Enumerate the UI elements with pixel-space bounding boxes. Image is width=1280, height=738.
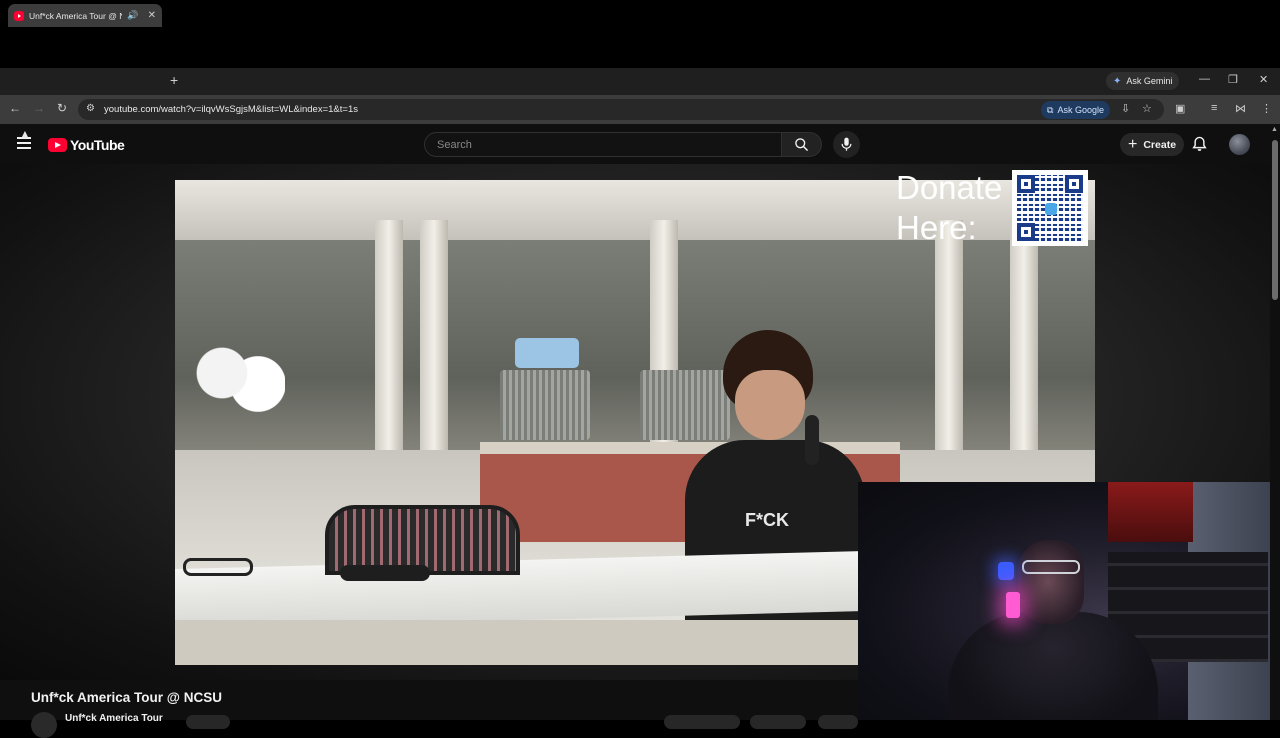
bookmark-star-icon[interactable]: ☆ — [1142, 102, 1152, 115]
url-text[interactable]: youtube.com/watch?v=ilqvWsSgjsM&list=WL&… — [104, 104, 358, 115]
qr-finder — [1017, 223, 1035, 241]
youtube-wordmark: YouTube — [70, 137, 125, 153]
speaker-icon[interactable]: 🔊 — [127, 10, 138, 21]
ask-google-label: Ask Google — [1057, 105, 1104, 115]
media-control-icon[interactable]: ≡ — [1211, 102, 1217, 114]
bell-icon — [1192, 136, 1207, 151]
share-button[interactable] — [750, 715, 806, 729]
search-box[interactable] — [424, 132, 782, 157]
search-input[interactable] — [437, 138, 781, 151]
search-icon — [795, 138, 808, 151]
restore-button[interactable]: ❐ — [1228, 73, 1238, 86]
browser-menu-icon[interactable]: ⋮ — [1261, 102, 1272, 115]
streamer-body — [948, 612, 1158, 720]
ask-gemini-label: Ask Gemini — [1126, 76, 1173, 86]
youtube-favicon-icon — [14, 10, 24, 21]
create-label: Create — [1143, 138, 1177, 151]
donate-line-2: Here: — [896, 209, 977, 246]
qr-finder — [1017, 175, 1035, 193]
webcam-overlay — [858, 482, 1270, 720]
background-students — [195, 340, 285, 450]
channel-avatar[interactable] — [31, 712, 57, 738]
side-panel-icon[interactable]: ▣ — [1175, 102, 1185, 115]
notifications-button[interactable] — [1192, 136, 1207, 157]
youtube-play-icon — [48, 138, 67, 152]
reload-button[interactable]: ↻ — [57, 101, 67, 115]
window-close-button[interactable]: ✕ — [1259, 73, 1268, 86]
pillar — [420, 220, 448, 480]
google-lens-icon: ⧉ — [1047, 104, 1054, 115]
ask-google-button[interactable]: ⧉ Ask Google — [1041, 101, 1110, 119]
pillar — [1010, 220, 1038, 480]
account-avatar[interactable] — [1229, 134, 1250, 155]
blue-light — [998, 562, 1014, 580]
voice-search-button[interactable] — [833, 131, 860, 158]
browser-tab[interactable]: Unf*ck America Tour @ NC 🔊 ✕ — [8, 4, 162, 27]
face — [735, 370, 805, 440]
like-dislike-button[interactable] — [664, 715, 740, 729]
table-microphone — [340, 565, 430, 581]
qr-center-logo-icon — [1045, 203, 1057, 215]
mic-icon — [841, 137, 852, 151]
tab-close-icon[interactable]: ✕ — [148, 10, 156, 21]
new-tab-button[interactable]: + — [170, 72, 178, 88]
search-button[interactable] — [781, 132, 822, 157]
scroll-up-arrow-icon[interactable]: ▲ — [1271, 126, 1278, 133]
qr-pattern — [1017, 175, 1083, 241]
plus-icon: + — [1128, 135, 1138, 153]
scrollbar-thumb[interactable] — [1272, 140, 1278, 300]
streamer-head — [1018, 540, 1084, 624]
minimize-button[interactable]: — — [1199, 73, 1210, 85]
donate-overlay-text: Donate Here: — [896, 168, 1002, 248]
tab-title: Unf*ck America Tour @ NC — [29, 10, 123, 21]
donation-qr-code[interactable] — [1012, 170, 1088, 246]
gemini-sparkle-icon: ✦ — [1113, 75, 1122, 87]
back-button[interactable]: ← — [9, 101, 21, 115]
pillar — [650, 220, 678, 480]
sunglasses — [183, 558, 253, 576]
streamer-glasses — [1022, 560, 1080, 574]
browser-tab-strip — [0, 68, 1280, 95]
save-button[interactable] — [818, 715, 858, 729]
pink-light — [1006, 592, 1020, 618]
forward-button[interactable]: → — [33, 101, 45, 115]
handheld-microphone — [805, 415, 819, 465]
trash-bin — [500, 370, 590, 440]
site-settings-icon[interactable]: ⚙ — [86, 103, 95, 114]
cooler — [515, 338, 579, 368]
video-title: Unf*ck America Tour @ NCSU — [31, 690, 222, 705]
red-curtain — [1108, 482, 1193, 542]
channel-name[interactable]: Unf*ck America Tour — [65, 713, 163, 724]
youtube-logo[interactable]: YouTube — [48, 137, 125, 153]
mouse-cursor-icon: ▲ — [19, 127, 31, 141]
create-button[interactable]: + Create — [1120, 133, 1185, 156]
ask-gemini-button[interactable]: ✦ Ask Gemini — [1106, 72, 1180, 90]
install-app-icon[interactable]: ⇩ — [1121, 102, 1130, 115]
shirt-print: F*CK — [745, 510, 789, 530]
pillar — [375, 220, 403, 480]
qr-finder — [1065, 175, 1083, 193]
screen-top-bar — [0, 0, 1280, 68]
subscribe-button[interactable] — [186, 715, 230, 729]
donate-line-1: Donate — [896, 169, 1003, 206]
extension-icon[interactable]: ⋈ — [1235, 102, 1246, 115]
pillar — [935, 220, 963, 480]
